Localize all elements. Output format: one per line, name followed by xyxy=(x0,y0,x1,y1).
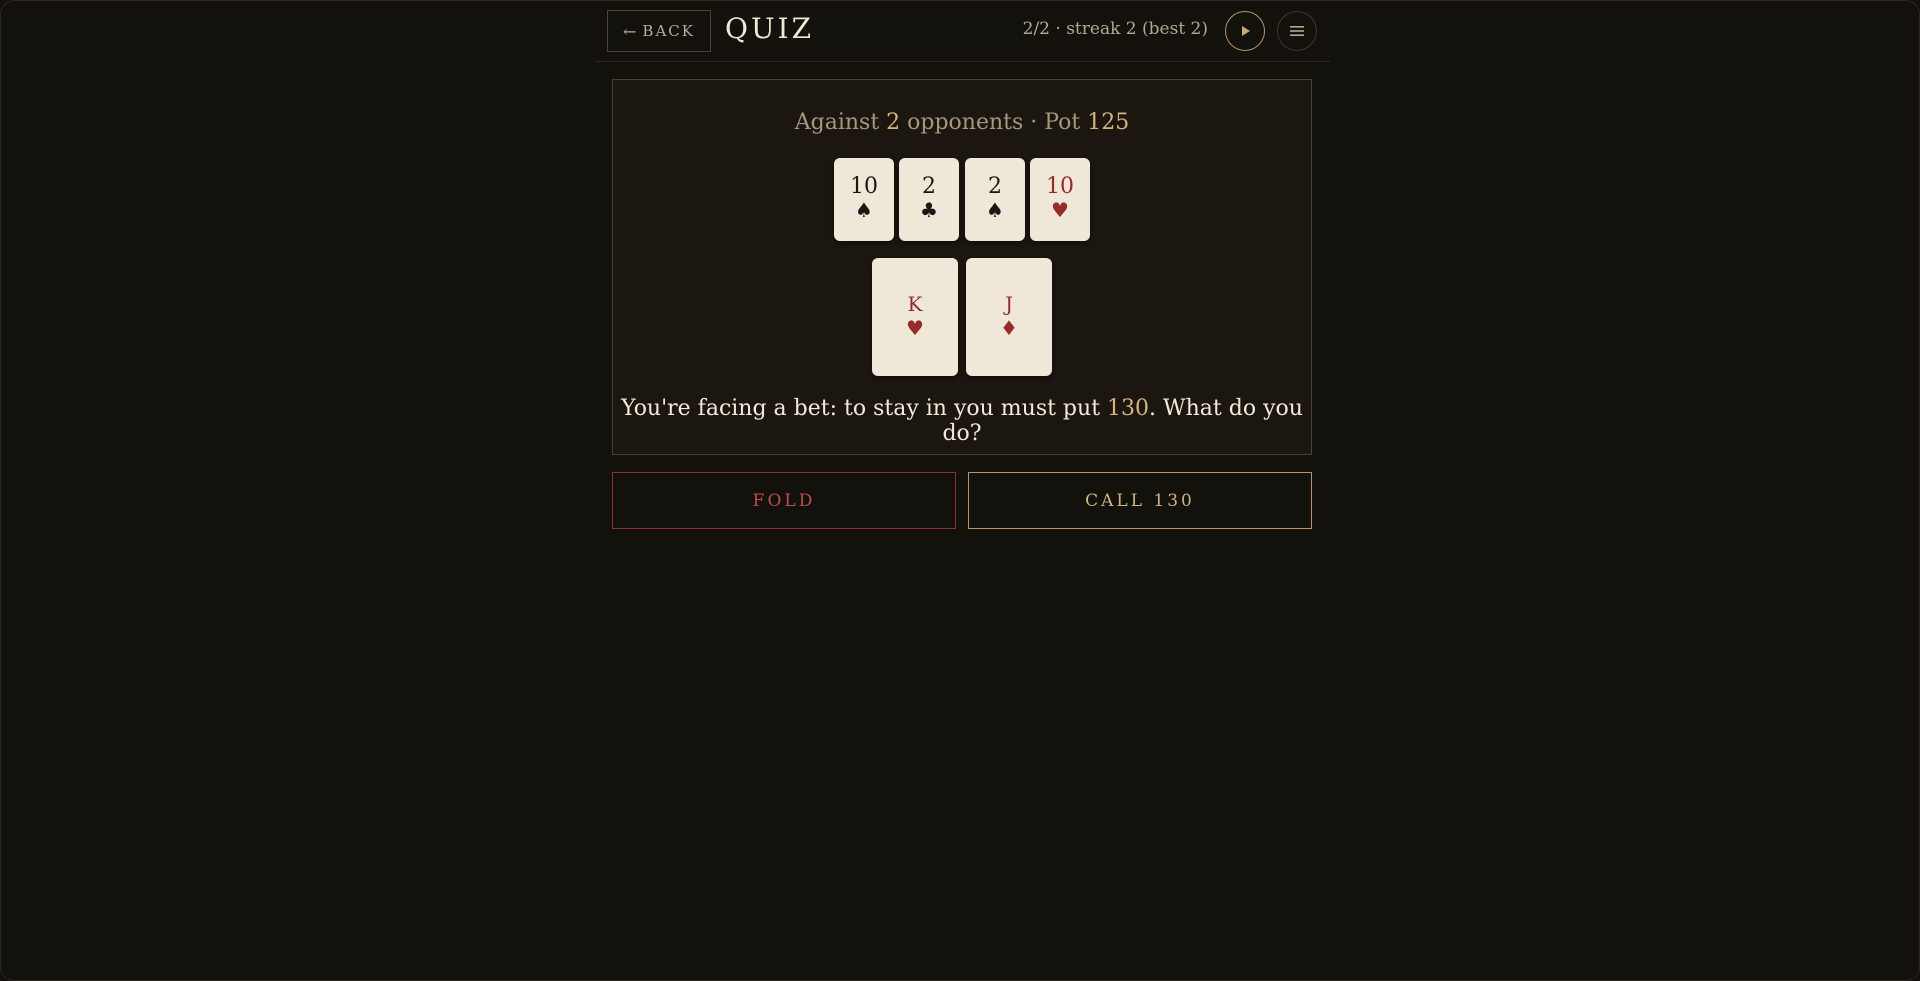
card-rank: K xyxy=(907,292,923,316)
menu-button[interactable] xyxy=(1277,11,1317,51)
heart-suit-icon: ♥ xyxy=(906,316,924,340)
play-button[interactable] xyxy=(1225,11,1265,51)
call-button[interactable]: CALL 130 xyxy=(968,472,1312,529)
situation-line: Against 2 opponents · Pot 125 xyxy=(613,110,1311,135)
back-button[interactable]: ← BACK xyxy=(607,10,711,52)
hole-card-2: J ♦ xyxy=(966,258,1052,376)
board-card-3: 2 ♠ xyxy=(965,158,1025,241)
play-icon xyxy=(1242,26,1250,36)
question-text: You're facing a bet: to stay in you must… xyxy=(613,396,1311,446)
card-rank: J xyxy=(1004,292,1014,316)
opponent-count: 2 xyxy=(886,110,901,135)
card-rank: 10 xyxy=(1046,174,1074,199)
progress-streak-text: 2/2 · streak 2 (best 2) xyxy=(1022,19,1208,39)
diamond-suit-icon: ♦ xyxy=(1000,316,1018,340)
board-card-4: 10 ♥ xyxy=(1030,158,1090,241)
top-bar: ← BACK QUIZ 2/2 · streak 2 (best 2) xyxy=(595,1,1330,62)
heart-suit-icon: ♥ xyxy=(1051,198,1069,222)
board-card-1: 10 ♠ xyxy=(834,158,894,241)
card-rank: 10 xyxy=(850,174,878,199)
club-suit-icon: ♣ xyxy=(920,198,938,222)
situation-middle: opponents · Pot xyxy=(900,110,1088,135)
page-title: QUIZ xyxy=(725,12,815,45)
question-prefix: You're facing a bet: to stay in you must… xyxy=(621,396,1108,421)
spade-suit-icon: ♠ xyxy=(986,198,1004,222)
situation-prefix: Against xyxy=(794,110,887,135)
back-arrow-icon: ← xyxy=(623,21,637,41)
question-panel: Against 2 opponents · Pot 125 10 ♠ 2 ♣ 2… xyxy=(612,79,1312,455)
fold-button[interactable]: FOLD xyxy=(612,472,956,529)
app-window: ← BACK QUIZ 2/2 · streak 2 (best 2) Agai… xyxy=(0,0,1920,981)
hole-card-1: K ♥ xyxy=(872,258,958,376)
card-rank: 2 xyxy=(988,174,1002,199)
pot-amount: 125 xyxy=(1087,110,1130,135)
card-rank: 2 xyxy=(922,174,936,199)
board-card-2: 2 ♣ xyxy=(899,158,959,241)
menu-icon xyxy=(1290,26,1304,36)
back-button-label: BACK xyxy=(642,22,695,40)
spade-suit-icon: ♠ xyxy=(855,198,873,222)
call-amount: 130 xyxy=(1107,396,1150,421)
